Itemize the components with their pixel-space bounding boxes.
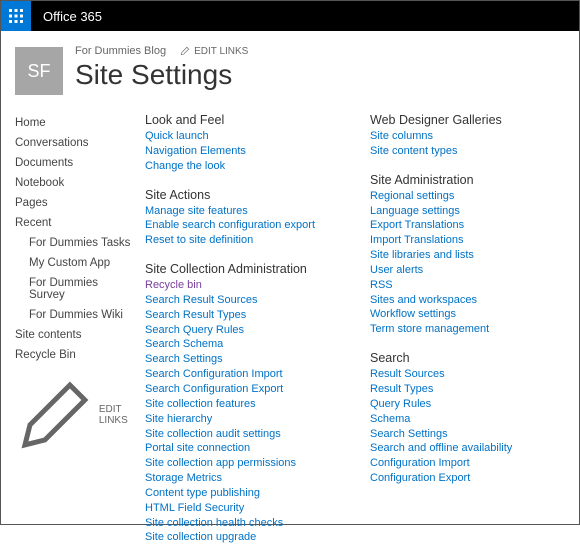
- settings-section: Site Administration Regional settingsLang…: [370, 173, 565, 337]
- settings-link[interactable]: Result Sources: [370, 367, 565, 382]
- section-heading: Site Collection Administration: [145, 262, 340, 276]
- settings-link[interactable]: Query Rules: [370, 397, 565, 412]
- settings-link[interactable]: RSS: [370, 278, 565, 293]
- settings-link[interactable]: Term store management: [370, 322, 565, 337]
- settings-link[interactable]: Enable search configuration export: [145, 218, 340, 233]
- nav-item[interactable]: For Dummies Tasks: [15, 233, 135, 253]
- brand-label: Office 365: [43, 9, 102, 24]
- page-title: Site Settings: [75, 59, 248, 91]
- settings-link[interactable]: Site hierarchy: [145, 412, 340, 427]
- settings-column-1: Look and Feel Quick launchNavigation Elem…: [145, 113, 340, 545]
- nav-item[interactable]: Pages: [15, 193, 135, 213]
- settings-link[interactable]: Import Translations: [370, 233, 565, 248]
- app-launcher-button[interactable]: [1, 1, 31, 31]
- settings-link[interactable]: Site columns: [370, 129, 565, 144]
- nav-item[interactable]: Site contents: [15, 325, 135, 345]
- section-heading: Search: [370, 351, 565, 365]
- settings-link[interactable]: Site libraries and lists: [370, 248, 565, 263]
- settings-link[interactable]: Sites and workspaces: [370, 293, 565, 308]
- settings-link[interactable]: Search Configuration Import: [145, 367, 340, 382]
- left-nav: HomeConversationsDocumentsNotebookPagesR…: [15, 113, 135, 545]
- settings-link[interactable]: Search Configuration Export: [145, 382, 340, 397]
- settings-link[interactable]: Search and offline availability: [370, 441, 565, 456]
- settings-column-2: Web Designer Galleries Site columnsSite c…: [370, 113, 565, 545]
- section-heading: Look and Feel: [145, 113, 340, 127]
- nav-item[interactable]: For Dummies Survey: [15, 273, 135, 305]
- settings-section: Search Result SourcesResult TypesQuery Ru…: [370, 351, 565, 486]
- nav-item[interactable]: Notebook: [15, 173, 135, 193]
- edit-links-top[interactable]: EDIT LINKS: [180, 46, 248, 57]
- settings-section: Site Actions Manage site featuresEnable s…: [145, 188, 340, 249]
- settings-link[interactable]: Site collection audit settings: [145, 427, 340, 442]
- nav-item[interactable]: Documents: [15, 153, 135, 173]
- breadcrumb: For Dummies Blog EDIT LINKS: [75, 45, 248, 57]
- pencil-icon: [180, 46, 190, 56]
- nav-item[interactable]: For Dummies Wiki: [15, 305, 135, 325]
- settings-link[interactable]: Result Types: [370, 382, 565, 397]
- section-heading: Site Administration: [370, 173, 565, 187]
- settings-link[interactable]: Configuration Export: [370, 471, 565, 486]
- settings-link[interactable]: Manage site features: [145, 204, 340, 219]
- settings-link[interactable]: Search Settings: [145, 352, 340, 367]
- page-header: SF For Dummies Blog EDIT LINKS Site Sett…: [15, 41, 565, 95]
- settings-link[interactable]: Search Result Types: [145, 308, 340, 323]
- settings-link[interactable]: Search Schema: [145, 337, 340, 352]
- settings-link[interactable]: Search Result Sources: [145, 293, 340, 308]
- settings-link[interactable]: Workflow settings: [370, 307, 565, 322]
- settings-link[interactable]: Site collection features: [145, 397, 340, 412]
- settings-link[interactable]: Regional settings: [370, 189, 565, 204]
- settings-link[interactable]: Reset to site definition: [145, 233, 340, 248]
- pencil-icon: [15, 375, 95, 455]
- settings-link[interactable]: Site content types: [370, 144, 565, 159]
- settings-link[interactable]: Portal site connection: [145, 441, 340, 456]
- edit-links-leftnav[interactable]: EDIT LINKS: [15, 375, 135, 455]
- settings-link[interactable]: Change the look: [145, 159, 340, 174]
- settings-link[interactable]: Site collection upgrade: [145, 530, 340, 545]
- nav-item[interactable]: Home: [15, 113, 135, 133]
- section-heading: Site Actions: [145, 188, 340, 202]
- nav-item[interactable]: My Custom App: [15, 253, 135, 273]
- waffle-icon: [9, 9, 23, 23]
- settings-section: Site Collection Administration Recycle bi…: [145, 262, 340, 545]
- settings-link[interactable]: Storage Metrics: [145, 471, 340, 486]
- settings-link[interactable]: Schema: [370, 412, 565, 427]
- settings-link[interactable]: Site collection app permissions: [145, 456, 340, 471]
- settings-link[interactable]: Configuration Import: [370, 456, 565, 471]
- breadcrumb-site[interactable]: For Dummies Blog: [75, 45, 166, 57]
- settings-section: Look and Feel Quick launchNavigation Elem…: [145, 113, 340, 174]
- section-heading: Web Designer Galleries: [370, 113, 565, 127]
- settings-link[interactable]: Language settings: [370, 204, 565, 219]
- top-bar: Office 365: [1, 1, 579, 31]
- nav-item[interactable]: Recycle Bin: [15, 345, 135, 365]
- settings-link[interactable]: Quick launch: [145, 129, 340, 144]
- settings-link[interactable]: Recycle bin: [145, 278, 340, 293]
- edit-links-label: EDIT LINKS: [194, 46, 248, 57]
- settings-link[interactable]: Content type publishing: [145, 486, 340, 501]
- settings-link[interactable]: Site collection health checks: [145, 516, 340, 531]
- settings-link[interactable]: Search Settings: [370, 427, 565, 442]
- site-logo: SF: [15, 47, 63, 95]
- settings-link[interactable]: User alerts: [370, 263, 565, 278]
- settings-link[interactable]: Search Query Rules: [145, 323, 340, 338]
- settings-section: Web Designer Galleries Site columnsSite c…: [370, 113, 565, 159]
- nav-item[interactable]: Conversations: [15, 133, 135, 153]
- settings-link[interactable]: Export Translations: [370, 218, 565, 233]
- settings-link[interactable]: Navigation Elements: [145, 144, 340, 159]
- nav-item[interactable]: Recent: [15, 213, 135, 233]
- settings-link[interactable]: HTML Field Security: [145, 501, 340, 516]
